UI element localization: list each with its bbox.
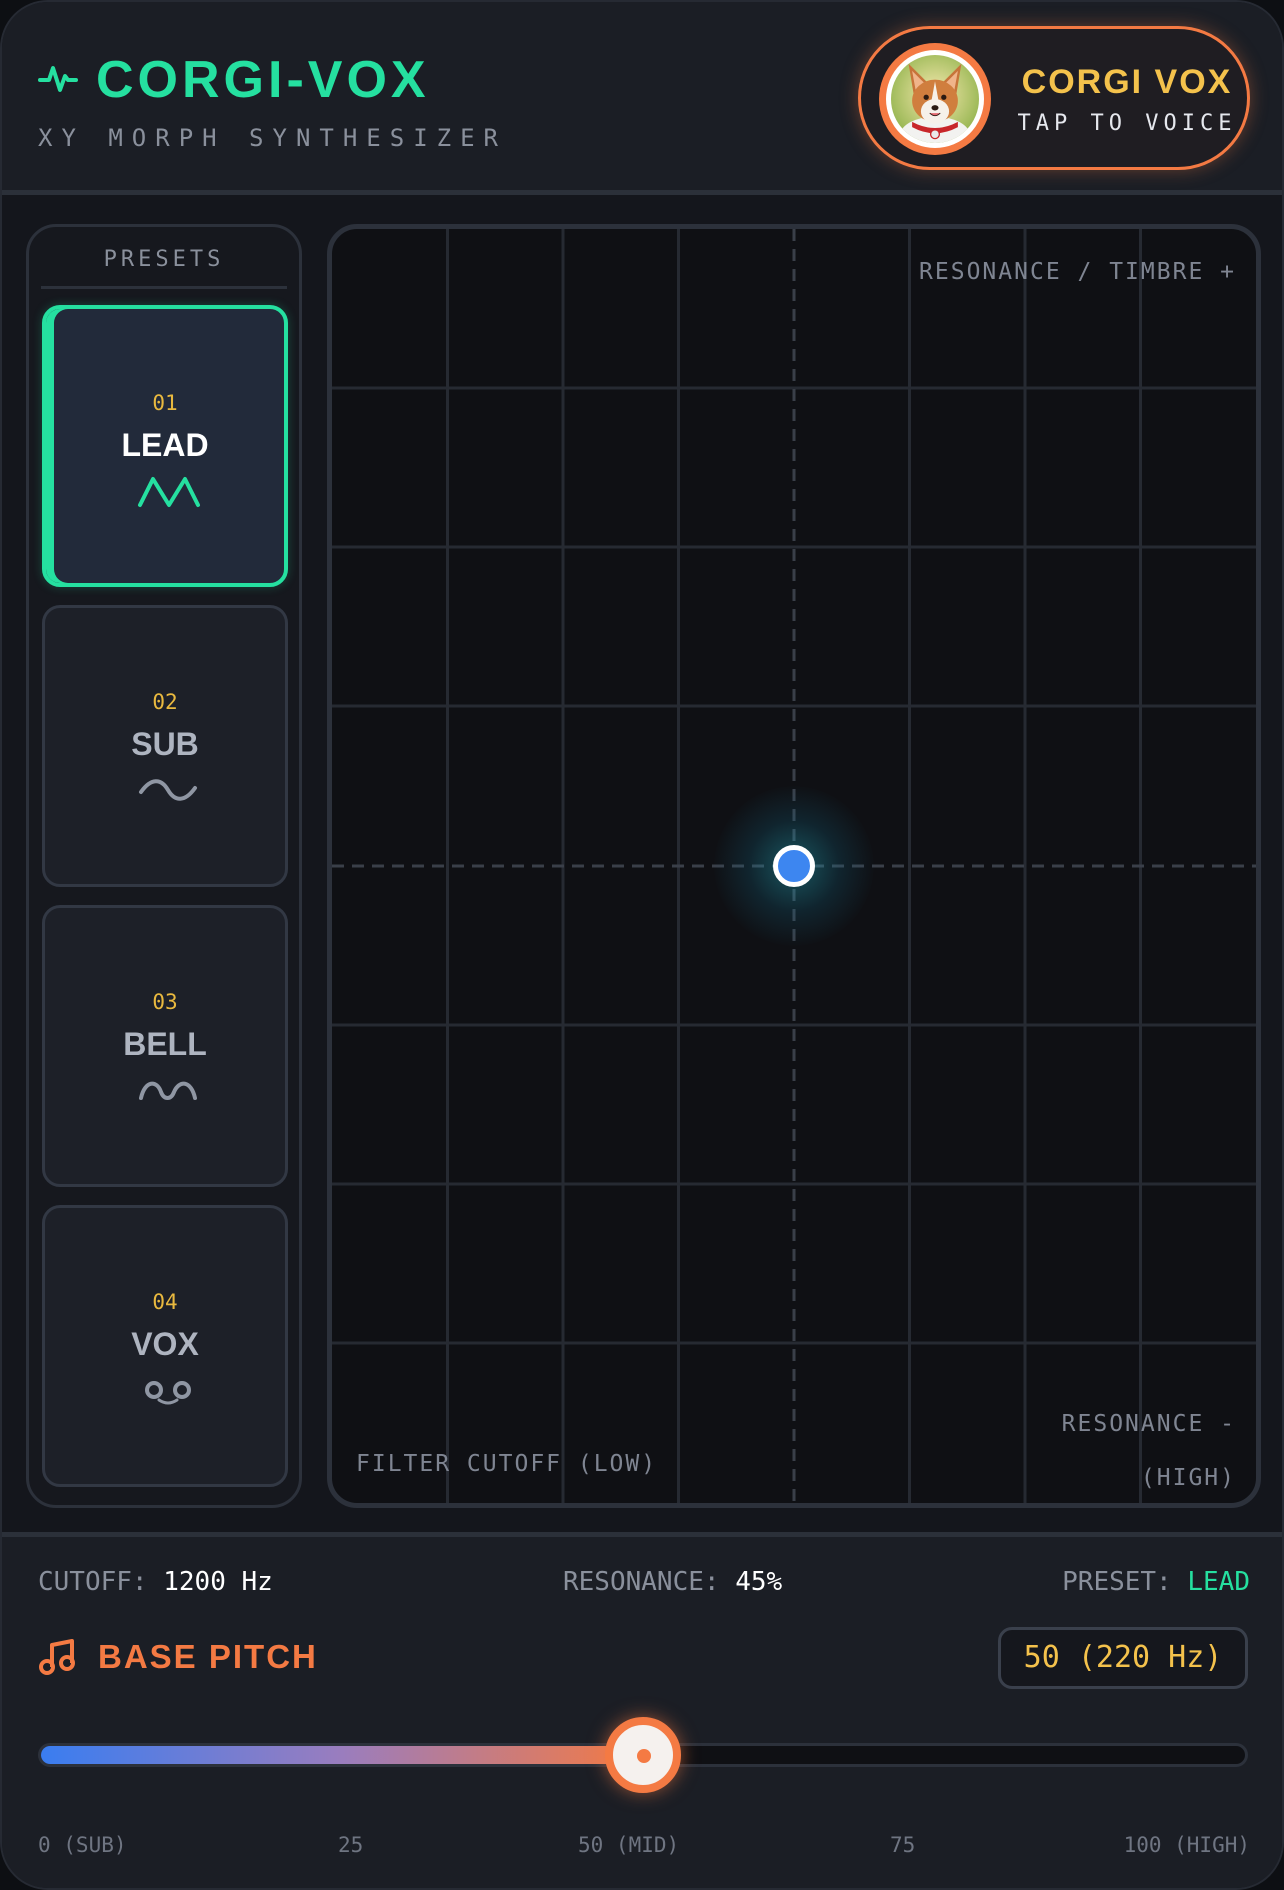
header: CORGI-VOX XY MORPH SYNTHESIZER CORGI VOX… [2,2,1282,195]
pitch-tick-25: 25 [338,1833,364,1857]
triangle-wave-icon [138,477,200,507]
bell-wave-icon [139,1081,197,1100]
pitch-tick-50: 50 (MID) [578,1833,680,1857]
pitch-tick-75: 75 [890,1833,916,1857]
corgi-avatar [879,43,991,155]
preset-number: 02 [152,690,178,714]
preset-readout-label: PRESET: [1062,1567,1172,1597]
pad-label-resonance-minus: RESONANCE - (HIGH) [1061,1397,1236,1503]
music-note-icon [39,1639,75,1675]
base-pitch-label: BASE PITCH [98,1638,318,1675]
sine-wave-icon [139,779,197,801]
preset-vox[interactable]: 04 VOX [42,1205,288,1487]
brand: CORGI-VOX XY MORPH SYNTHESIZER [38,50,507,152]
pitch-slider-thumb[interactable] [605,1717,681,1793]
presets-title: PRESETS [41,247,287,289]
resonance-label: RESONANCE: [563,1567,720,1597]
vox-circles-icon [145,1381,191,1405]
resonance-value: 45% [735,1567,783,1597]
preset-name: VOX [131,1326,199,1362]
synth-app: CORGI-VOX XY MORPH SYNTHESIZER CORGI VOX… [0,0,1284,1890]
pitch-slider-fill [41,1746,643,1764]
activity-pulse-icon [38,60,78,101]
pitch-tick-0: 0 (SUB) [38,1833,127,1857]
app-title: CORGI-VOX [96,51,430,109]
preset-number: 01 [152,391,178,415]
pitch-value-display: 50 (220 Hz) [998,1627,1248,1689]
pad-label-filter-cutoff: FILTER CUTOFF (LOW) [356,1451,658,1477]
base-pitch-heading: BASE PITCH [38,1637,318,1677]
pad-handle[interactable] [773,845,815,887]
xy-morph-pad[interactable]: RESONANCE / TIMBRE + RESONANCE - (HIGH) … [327,224,1261,1508]
preset-readout: PRESET: LEAD [1062,1567,1250,1597]
pad-label-resonance-minus-line2: (HIGH) [1140,1465,1236,1491]
pad-label-resonance-minus-line1: RESONANCE - [1061,1411,1236,1437]
preset-name: BELL [123,1026,207,1062]
voice-button-subtitle: TAP TO VOICE [1017,111,1237,136]
pad-label-resonance-plus: RESONANCE / TIMBRE + [919,259,1236,285]
preset-readout-value: LEAD [1187,1567,1250,1597]
corgi-icon [891,55,979,143]
cutoff-readout: CUTOFF: 1200 Hz [38,1567,273,1597]
preset-lead[interactable]: 01 LEAD [42,305,288,587]
app-subtitle: XY MORPH SYNTHESIZER [38,124,507,152]
resonance-readout: RESONANCE: 45% [563,1567,782,1597]
preset-name: SUB [131,726,199,762]
preset-bell[interactable]: 03 BELL [42,905,288,1187]
presets-panel: PRESETS 01 LEAD 02 SUB 03 BELL 04 VOX [26,224,302,1508]
preset-number: 03 [152,990,178,1014]
preset-sub[interactable]: 02 SUB [42,605,288,887]
cutoff-label: CUTOFF: [38,1567,148,1597]
corgi-voice-button[interactable]: CORGI VOX TAP TO VOICE [858,26,1250,170]
preset-number: 04 [152,1290,178,1314]
pitch-tick-100: 100 (HIGH) [1123,1833,1250,1857]
controls-panel: CUTOFF: 1200 Hz RESONANCE: 45% PRESET: L… [2,1532,1282,1888]
preset-name: LEAD [121,427,209,463]
cutoff-value: 1200 Hz [163,1567,273,1597]
voice-button-title: CORGI VOX [1021,63,1233,101]
